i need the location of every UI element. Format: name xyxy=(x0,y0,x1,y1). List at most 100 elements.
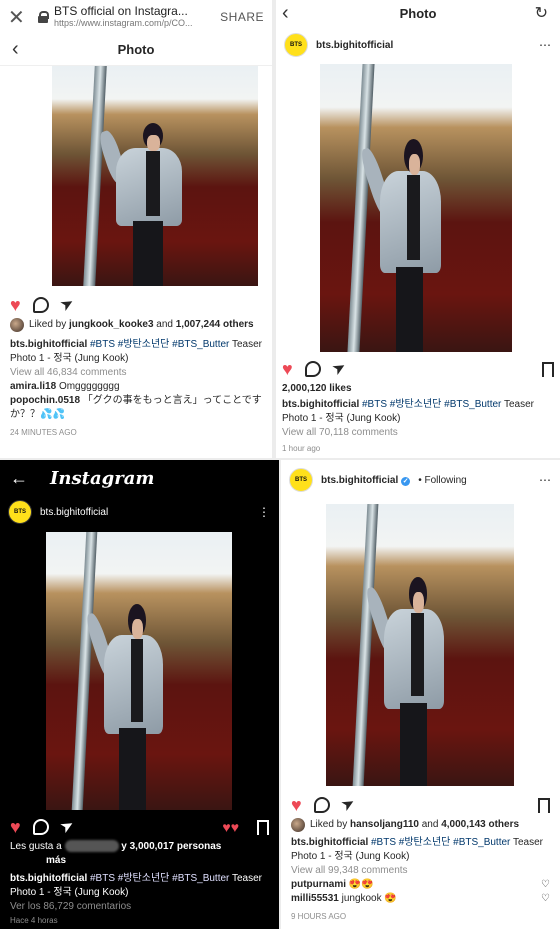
lock-icon xyxy=(38,11,49,23)
liked-by-count[interactable]: 4,000,143 others xyxy=(441,819,519,830)
liked-by-and: and xyxy=(156,319,173,330)
comment-icon[interactable] xyxy=(313,797,330,813)
following-button[interactable]: • Following xyxy=(418,475,467,486)
comment-icon[interactable] xyxy=(32,297,49,313)
comment-user[interactable]: milli55531 xyxy=(291,893,339,904)
liked-by-user[interactable]: hansoljang110 xyxy=(350,819,419,830)
comment-user[interactable]: popochin.0518 xyxy=(10,395,80,406)
caption-hashtags[interactable]: #BTS #방탄소년단 #BTS_Butter xyxy=(90,873,229,884)
comment-text: jungkook 😍 xyxy=(341,893,397,904)
comment-like-icon[interactable]: ♡ xyxy=(541,878,550,892)
caption-user[interactable]: bts.bighitofficial xyxy=(282,399,359,410)
refresh-icon[interactable]: ↻ xyxy=(535,3,548,23)
timestamp: 1 hour ago xyxy=(282,444,321,453)
page-title: Photo xyxy=(117,42,155,57)
username[interactable]: bts.bighitofficial xyxy=(316,40,393,51)
send-icon[interactable]: ➤ xyxy=(57,294,77,315)
caption-user[interactable]: bts.bighitofficial xyxy=(291,837,368,848)
comment-like-icon[interactable]: ♡ xyxy=(541,892,550,906)
bookmark-icon[interactable] xyxy=(538,797,550,817)
instagram-logo: Instagram xyxy=(50,467,155,489)
more-options-icon[interactable]: ⋮ xyxy=(258,505,271,519)
post-photo[interactable] xyxy=(52,66,258,286)
caption-user[interactable]: bts.bighitofficial xyxy=(10,339,87,350)
likes-suffix: más xyxy=(46,855,67,866)
app-bar: ← Instagram xyxy=(0,460,279,496)
comment: amira.li18 Omgggggggg xyxy=(0,380,272,394)
liked-by-and: and xyxy=(421,819,439,830)
action-bar: ♥ ➤ ♥♥ xyxy=(0,814,279,840)
screenshot-panel-4: BTS bts.bighitofficial ✓ • Following ⋯ ♥ … xyxy=(281,460,560,929)
share-button[interactable]: SHARE xyxy=(220,10,264,24)
caption-hashtags[interactable]: #BTS #방탄소년단 #BTS_Butter xyxy=(362,399,501,410)
like-heart-icon[interactable]: ♥ xyxy=(291,796,302,814)
view-all-comments[interactable]: View all 99,348 comments xyxy=(281,864,560,878)
browser-url: https://www.instagram.com/p/CO... xyxy=(54,17,193,28)
post-photo[interactable] xyxy=(46,532,232,810)
blurred-username xyxy=(64,840,119,853)
caption: bts.bighitofficial #BTS #방탄소년단 #BTS_Butt… xyxy=(0,872,279,900)
post-header: BTS bts.bighitofficial ✓ • Following ⋯ xyxy=(281,460,560,500)
top-nav: ‹ Photo ↻ xyxy=(276,0,560,26)
avatar[interactable]: BTS xyxy=(289,468,313,492)
verified-badge-icon: ✓ xyxy=(401,476,411,486)
close-icon[interactable]: ✕ xyxy=(8,5,34,30)
caption-user[interactable]: bts.bighitofficial xyxy=(10,873,87,884)
top-nav: ‹ Photo xyxy=(0,34,272,66)
caption: bts.bighitofficial #BTS #방탄소년단 #BTS_Butt… xyxy=(281,836,560,864)
like-heart-icon[interactable]: ♥ xyxy=(282,360,293,378)
post-photo[interactable] xyxy=(326,504,514,786)
send-icon[interactable]: ➤ xyxy=(57,816,77,837)
caption-text: Teaser xyxy=(513,837,544,848)
caption: bts.bighitofficial #BTS #방탄소년단 #BTS_Butt… xyxy=(276,398,560,426)
back-icon[interactable]: ‹ xyxy=(12,38,19,61)
username-text: bts.bighitofficial xyxy=(321,474,399,486)
send-icon[interactable]: ➤ xyxy=(338,794,358,815)
screenshot-panel-3: ← Instagram BTS bts.bighitofficial ⋮ ♥ ➤… xyxy=(0,460,279,929)
avatar[interactable]: BTS xyxy=(284,33,308,57)
like-heart-icon[interactable]: ♥ xyxy=(10,818,21,836)
likes-count[interactable]: 2,000,120 likes xyxy=(276,382,560,396)
likes-count[interactable]: y 3,000,017 personas xyxy=(121,841,221,852)
action-bar: ♥ ➤ xyxy=(276,356,560,382)
liked-by-count[interactable]: 1,007,244 others xyxy=(176,319,254,330)
view-all-comments[interactable]: View all 70,118 comments xyxy=(276,426,560,440)
bookmark-icon[interactable] xyxy=(257,819,269,839)
view-all-comments[interactable]: Ver los 86,729 comentarios xyxy=(0,900,279,914)
post-header: BTS bts.bighitofficial ⋮ xyxy=(0,496,279,528)
avatar[interactable]: BTS xyxy=(8,500,32,524)
view-all-comments[interactable]: View all 46,834 comments xyxy=(0,366,272,380)
comment-user[interactable]: amira.li18 xyxy=(10,381,56,392)
comment: milli55531 jungkook 😍 ♡ xyxy=(281,892,560,906)
avatar[interactable] xyxy=(10,318,24,332)
comment-icon[interactable] xyxy=(32,819,49,835)
more-options-icon[interactable]: ⋯ xyxy=(539,473,552,487)
page-title: Photo xyxy=(399,5,437,21)
timestamp: Hace 4 horas xyxy=(10,916,58,925)
comment: popochin.0518 「グクの事をもっと言え」ってことですか？？💦💦 xyxy=(0,394,272,422)
timestamp: 9 HOURS AGO xyxy=(291,912,347,921)
caption-text: Photo 1 - 정국 (Jung Kook) xyxy=(10,353,129,364)
caption-hashtags[interactable]: #BTS #방탄소년단 #BTS_Butter xyxy=(371,837,510,848)
username[interactable]: bts.bighitofficial xyxy=(40,507,108,518)
liked-by-label: Liked by xyxy=(29,319,67,330)
like-heart-icon[interactable]: ♥ xyxy=(10,296,21,314)
back-arrow-icon[interactable]: ← xyxy=(10,468,28,489)
comment-user[interactable]: putpurnami xyxy=(291,879,346,890)
url-block[interactable]: BTS official on Instagra... https://www.… xyxy=(54,5,220,28)
more-options-icon[interactable]: ⋯ xyxy=(539,38,552,52)
bookmark-icon[interactable] xyxy=(542,361,554,381)
username[interactable]: bts.bighitofficial ✓ xyxy=(321,474,411,486)
post-photo[interactable] xyxy=(320,64,512,352)
comment: putpurnami 😍😍 ♡ xyxy=(281,878,560,892)
comment-icon[interactable] xyxy=(304,361,321,377)
caption: bts.bighitofficial #BTS #방탄소년단 #BTS_Butt… xyxy=(0,338,272,366)
caption-hashtags[interactable]: #BTS #방탄소년단 #BTS_Butter xyxy=(90,339,229,350)
action-bar: ♥ ➤ xyxy=(281,792,560,818)
comment-text: 😍😍 xyxy=(348,879,374,890)
liked-by-user[interactable]: jungkook_kooke3 xyxy=(69,319,153,330)
caption-text: Photo 1 - 정국 (Jung Kook) xyxy=(282,413,401,424)
avatar[interactable] xyxy=(291,818,305,832)
back-icon[interactable]: ‹ xyxy=(282,2,289,25)
send-icon[interactable]: ➤ xyxy=(329,358,349,379)
